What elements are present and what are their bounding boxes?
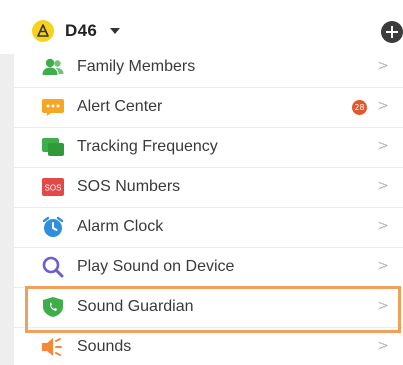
menu-item-tracking-frequency[interactable]: Tracking Frequency > [14, 128, 403, 168]
settings-menu-list: Family Members > Alert Center 28 > Track… [14, 48, 403, 365]
menu-item-label: Sound Guardian [77, 298, 194, 315]
chevron-right-icon: > [377, 178, 389, 194]
alert-chat-icon [40, 96, 66, 118]
chevron-right-icon: > [377, 98, 389, 114]
app-frame: D46 Family Members > Alert Center 28 > T… [0, 0, 403, 365]
alert-count-badge: 28 [352, 100, 367, 115]
chevron-right-icon: > [377, 138, 389, 154]
menu-item-label: Alert Center [77, 98, 163, 115]
menu-item-alarm-clock[interactable]: Alarm Clock > [14, 208, 403, 248]
header-bar: D46 [0, 0, 403, 54]
add-device-button[interactable] [381, 21, 403, 43]
menu-item-alert-center[interactable]: Alert Center 28 > [14, 88, 403, 128]
menu-item-label: SOS Numbers [77, 178, 181, 195]
caret-down-icon[interactable] [110, 28, 120, 34]
menu-item-label: Sounds [77, 338, 132, 355]
shield-phone-icon [40, 296, 66, 318]
menu-item-sos-numbers[interactable]: SOS SOS Numbers > [14, 168, 403, 208]
menu-item-label: Alarm Clock [77, 218, 164, 235]
chevron-right-icon: > [377, 258, 389, 274]
menu-item-family-members[interactable]: Family Members > [14, 48, 403, 88]
tracking-frequency-icon [40, 136, 66, 158]
left-gutter [0, 50, 14, 365]
family-members-icon [40, 56, 66, 78]
svg-text:SOS: SOS [45, 184, 62, 193]
menu-item-label: Play Sound on Device [77, 258, 235, 275]
sos-icon: SOS [40, 176, 66, 198]
search-magnifier-icon [40, 256, 66, 278]
chevron-right-icon: > [377, 218, 389, 234]
chevron-right-icon: > [377, 58, 389, 74]
menu-item-label: Family Members [77, 58, 196, 75]
menu-item-sound-guardian[interactable]: Sound Guardian > [14, 288, 403, 328]
device-glyph-icon [37, 24, 49, 37]
chevron-right-icon: > [377, 298, 389, 314]
alarm-clock-icon [40, 216, 66, 238]
speaker-icon [40, 336, 66, 358]
chevron-right-icon: > [377, 338, 389, 354]
device-name[interactable]: D46 [65, 21, 97, 41]
menu-item-label: Tracking Frequency [77, 138, 218, 155]
menu-item-sounds[interactable]: Sounds > [14, 328, 403, 365]
menu-item-play-sound[interactable]: Play Sound on Device > [14, 248, 403, 288]
device-avatar-icon[interactable] [32, 20, 54, 42]
